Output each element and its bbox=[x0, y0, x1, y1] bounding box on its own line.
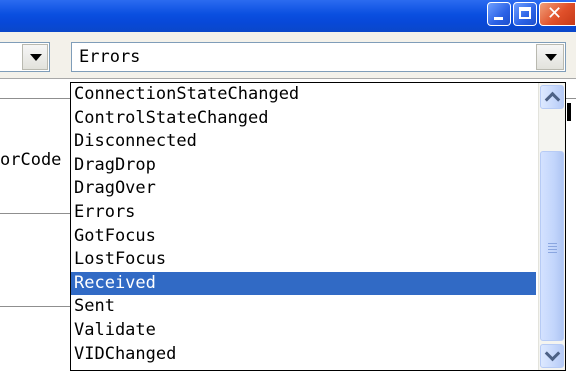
close-button[interactable]: ✕ bbox=[539, 2, 576, 26]
procedure-combo[interactable]: Errors bbox=[71, 42, 566, 72]
chevron-down-icon bbox=[30, 54, 42, 61]
chevron-down-icon bbox=[544, 345, 561, 362]
procedure-combo-dropdown-button[interactable] bbox=[536, 44, 564, 70]
procedure-combo-value: Errors bbox=[79, 47, 141, 67]
chevron-up-icon bbox=[544, 91, 561, 108]
code-text: orCode bbox=[0, 150, 62, 170]
list-item[interactable]: ControlStateChanged bbox=[71, 107, 536, 131]
scroll-up-button[interactable] bbox=[540, 85, 564, 109]
procedure-separator bbox=[0, 213, 70, 214]
list-item[interactable]: Sent bbox=[71, 295, 536, 319]
procedure-list: ConnectionStateChanged ControlStateChange… bbox=[71, 83, 536, 366]
list-item[interactable]: GotFocus bbox=[71, 225, 536, 249]
scrollbar-thumb[interactable] bbox=[540, 151, 564, 341]
list-item[interactable]: Validate bbox=[71, 319, 536, 343]
object-combo-dropdown-button[interactable] bbox=[22, 44, 48, 70]
procedure-separator bbox=[566, 98, 576, 99]
list-item[interactable]: Disconnected bbox=[71, 130, 536, 154]
grip-line bbox=[548, 249, 557, 250]
list-item[interactable]: DragDrop bbox=[71, 154, 536, 178]
grip-line bbox=[548, 246, 557, 247]
maximize-icon bbox=[519, 7, 531, 19]
object-combo[interactable] bbox=[0, 42, 50, 72]
list-item[interactable]: LostFocus bbox=[71, 248, 536, 272]
vertical-scrollbar[interactable] bbox=[538, 83, 565, 370]
grip-line bbox=[548, 252, 557, 253]
chevron-down-icon bbox=[545, 54, 557, 61]
list-item[interactable]: Errors bbox=[71, 201, 536, 225]
text-cursor bbox=[567, 103, 571, 121]
list-item[interactable]: VIDChanged bbox=[71, 343, 536, 367]
list-item[interactable]: Received bbox=[71, 271, 536, 296]
grip-line bbox=[548, 243, 557, 244]
close-icon: ✕ bbox=[547, 3, 563, 24]
minimize-button[interactable] bbox=[487, 2, 511, 26]
list-item[interactable]: ConnectionStateChanged bbox=[71, 83, 536, 107]
minimize-icon bbox=[494, 17, 503, 20]
list-item[interactable]: DragOver bbox=[71, 177, 536, 201]
scroll-down-button[interactable] bbox=[540, 344, 564, 368]
procedure-separator bbox=[0, 98, 70, 99]
procedure-dropdown-list[interactable]: ConnectionStateChanged ControlStateChange… bbox=[70, 82, 566, 371]
procedure-separator bbox=[0, 306, 70, 307]
maximize-button[interactable] bbox=[513, 2, 537, 26]
